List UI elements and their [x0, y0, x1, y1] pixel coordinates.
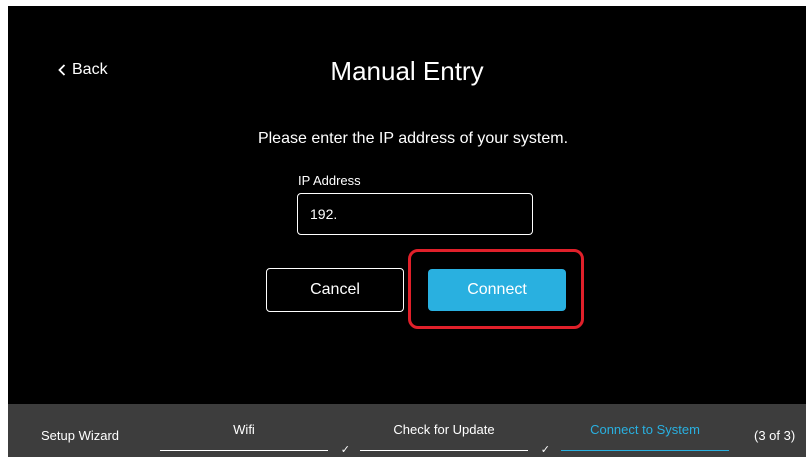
- cancel-button[interactable]: Cancel: [266, 268, 404, 312]
- step-progress-line: [561, 450, 729, 451]
- checkmark-icon: ✓: [540, 444, 550, 456]
- step-connect-to-system[interactable]: Connect to System: [561, 422, 729, 452]
- step-label: Check for Update: [393, 422, 495, 437]
- step-counter: (3 of 3): [754, 428, 796, 443]
- step-check-for-update[interactable]: Check for Update ✓: [360, 422, 550, 456]
- ip-address-input[interactable]: [297, 193, 533, 235]
- ip-address-label: IP Address: [298, 173, 361, 188]
- checkmark-icon: ✓: [340, 444, 350, 456]
- step-label: Wifi: [233, 422, 255, 437]
- page-title: Manual Entry: [330, 56, 484, 86]
- step-progress-line: [360, 450, 528, 451]
- step-wifi[interactable]: Wifi ✓: [160, 422, 350, 456]
- wizard-label: Setup Wizard: [41, 428, 120, 443]
- app-screen: Back Manual Entry Please enter the IP ad…: [8, 6, 806, 457]
- instruction-text: Please enter the IP address of your syst…: [257, 130, 569, 147]
- step-progress-line: [160, 450, 328, 451]
- connect-button[interactable]: Connect: [428, 269, 566, 311]
- setup-wizard-footer: Setup Wizard Wifi ✓ Check for Update ✓ C…: [8, 404, 806, 457]
- step-label: Connect to System: [590, 422, 700, 437]
